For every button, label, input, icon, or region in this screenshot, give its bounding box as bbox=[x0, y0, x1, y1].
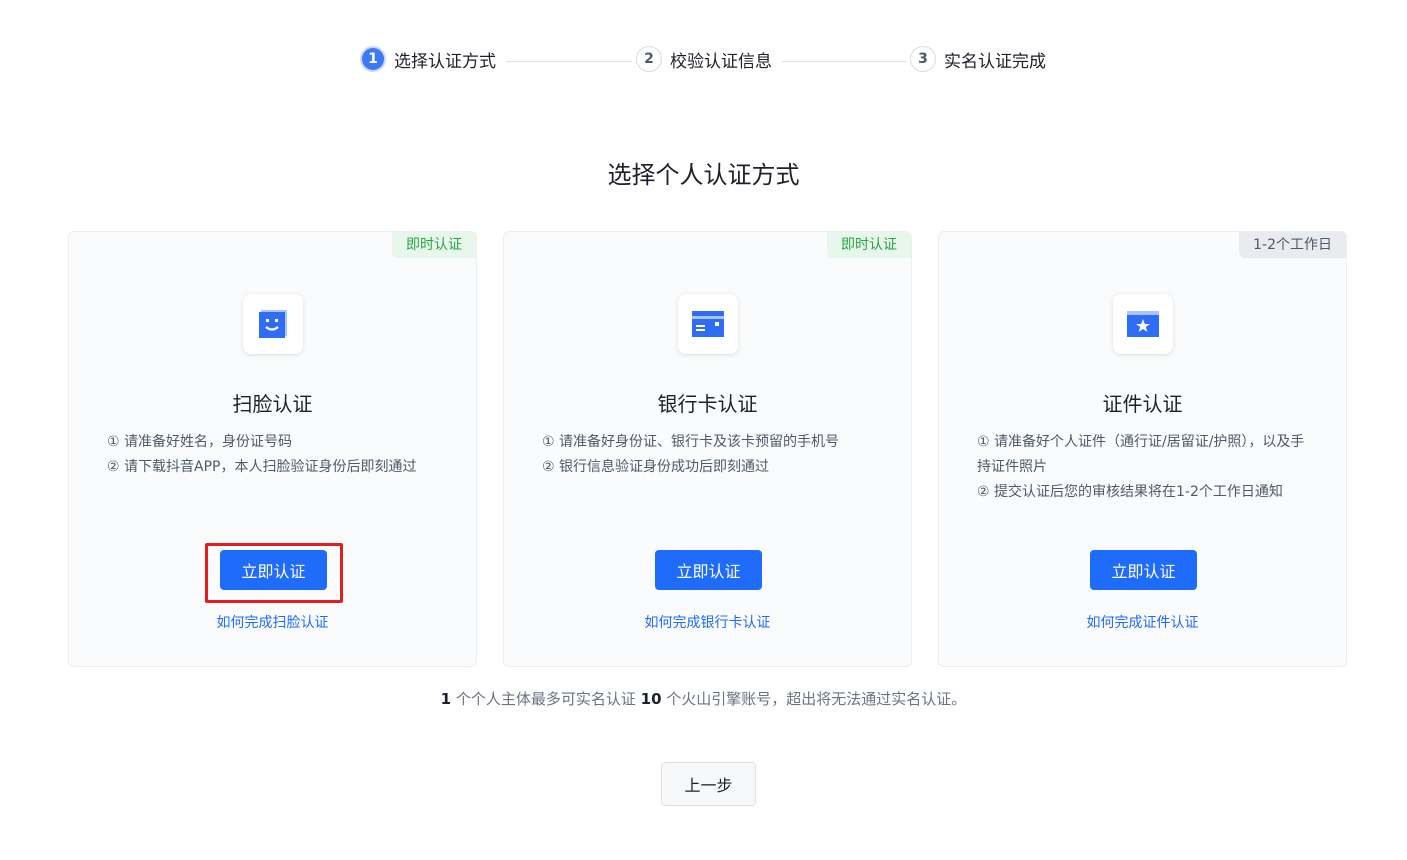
desc-line: ② 提交认证后您的审核结果将在1-2个工作日通知 bbox=[977, 484, 1283, 500]
desc-line: ① 请准备好个人证件（通行证/居留证/护照），以及手持证件照片 bbox=[977, 434, 1305, 475]
document-auth-help-link[interactable]: 如何完成证件认证 bbox=[939, 612, 1346, 632]
previous-step-button[interactable]: 上一步 bbox=[661, 762, 756, 806]
bank-auth-help-link[interactable]: 如何完成银行卡认证 bbox=[504, 612, 911, 632]
step-2-number: 2 bbox=[636, 46, 662, 72]
desc-line: ② 请下载抖音APP，本人扫脸验证身份后即刻通过 bbox=[107, 459, 417, 475]
note-text: 个个人主体最多可实名认证 bbox=[451, 690, 641, 708]
id-document-icon bbox=[1113, 294, 1173, 354]
face-auth-help-link[interactable]: 如何完成扫脸认证 bbox=[69, 612, 476, 632]
card-title: 银行卡认证 bbox=[657, 392, 758, 416]
bank-auth-button[interactable]: 立即认证 bbox=[655, 550, 762, 590]
workday-tag: 1-2个工作日 bbox=[1239, 232, 1346, 258]
account-count: 10 bbox=[640, 690, 662, 708]
desc-line: ② 银行信息验证身份成功后即刻通过 bbox=[542, 459, 770, 475]
step-3-label: 实名认证完成 bbox=[944, 51, 1046, 72]
step-connector bbox=[506, 61, 632, 62]
stepper: 1 选择认证方式 2 校验认证信息 3 实名认证完成 bbox=[360, 44, 1060, 78]
account-limit-note: 1 个个人主体最多可实名认证 10 个火山引擎账号，超出将无法通过实名认证。 bbox=[0, 688, 1407, 709]
bank-card-icon bbox=[678, 294, 738, 354]
step-1-label: 选择认证方式 bbox=[394, 51, 496, 72]
instant-tag: 即时认证 bbox=[392, 232, 476, 258]
document-auth-button[interactable]: 立即认证 bbox=[1090, 550, 1197, 590]
face-auth-button[interactable]: 立即认证 bbox=[220, 550, 327, 590]
card-title: 扫脸认证 bbox=[232, 392, 313, 416]
step-2: 2 校验认证信息 bbox=[636, 46, 772, 72]
face-auth-card: 即时认证 扫脸认证 ① 请准备好姓名，身份证号码 ② 请下载抖音APP，本人扫脸… bbox=[68, 231, 477, 667]
subject-count: 1 bbox=[440, 690, 452, 708]
step-connector bbox=[782, 61, 906, 62]
page-title: 选择个人认证方式 bbox=[607, 161, 800, 189]
card-title: 证件认证 bbox=[1102, 392, 1183, 416]
card-description: ① 请准备好个人证件（通行证/居留证/护照），以及手持证件照片 ② 提交认证后您… bbox=[977, 430, 1312, 505]
step-2-label: 校验认证信息 bbox=[670, 51, 772, 72]
document-auth-card: 1-2个工作日 证件认证 ① 请准备好个人证件（通行证/居留证/护照），以及手持… bbox=[938, 231, 1347, 667]
desc-line: ① 请准备好姓名，身份证号码 bbox=[107, 434, 293, 450]
step-3-number: 3 bbox=[910, 46, 936, 72]
bank-auth-card: 即时认证 银行卡认证 ① 请准备好身份证、银行卡及该卡预留的手机号 ② 银行信息… bbox=[503, 231, 912, 667]
step-1-number: 1 bbox=[360, 46, 386, 72]
step-1: 1 选择认证方式 bbox=[360, 46, 496, 72]
note-text: 个火山引擎账号，超出将无法通过实名认证。 bbox=[661, 690, 967, 708]
face-scan-icon bbox=[243, 294, 303, 354]
card-description: ① 请准备好姓名，身份证号码 ② 请下载抖音APP，本人扫脸验证身份后即刻通过 bbox=[107, 430, 442, 480]
step-3: 3 实名认证完成 bbox=[910, 46, 1046, 72]
card-description: ① 请准备好身份证、银行卡及该卡预留的手机号 ② 银行信息验证身份成功后即刻通过 bbox=[542, 430, 877, 480]
instant-tag: 即时认证 bbox=[827, 232, 911, 258]
desc-line: ① 请准备好身份证、银行卡及该卡预留的手机号 bbox=[542, 434, 839, 450]
